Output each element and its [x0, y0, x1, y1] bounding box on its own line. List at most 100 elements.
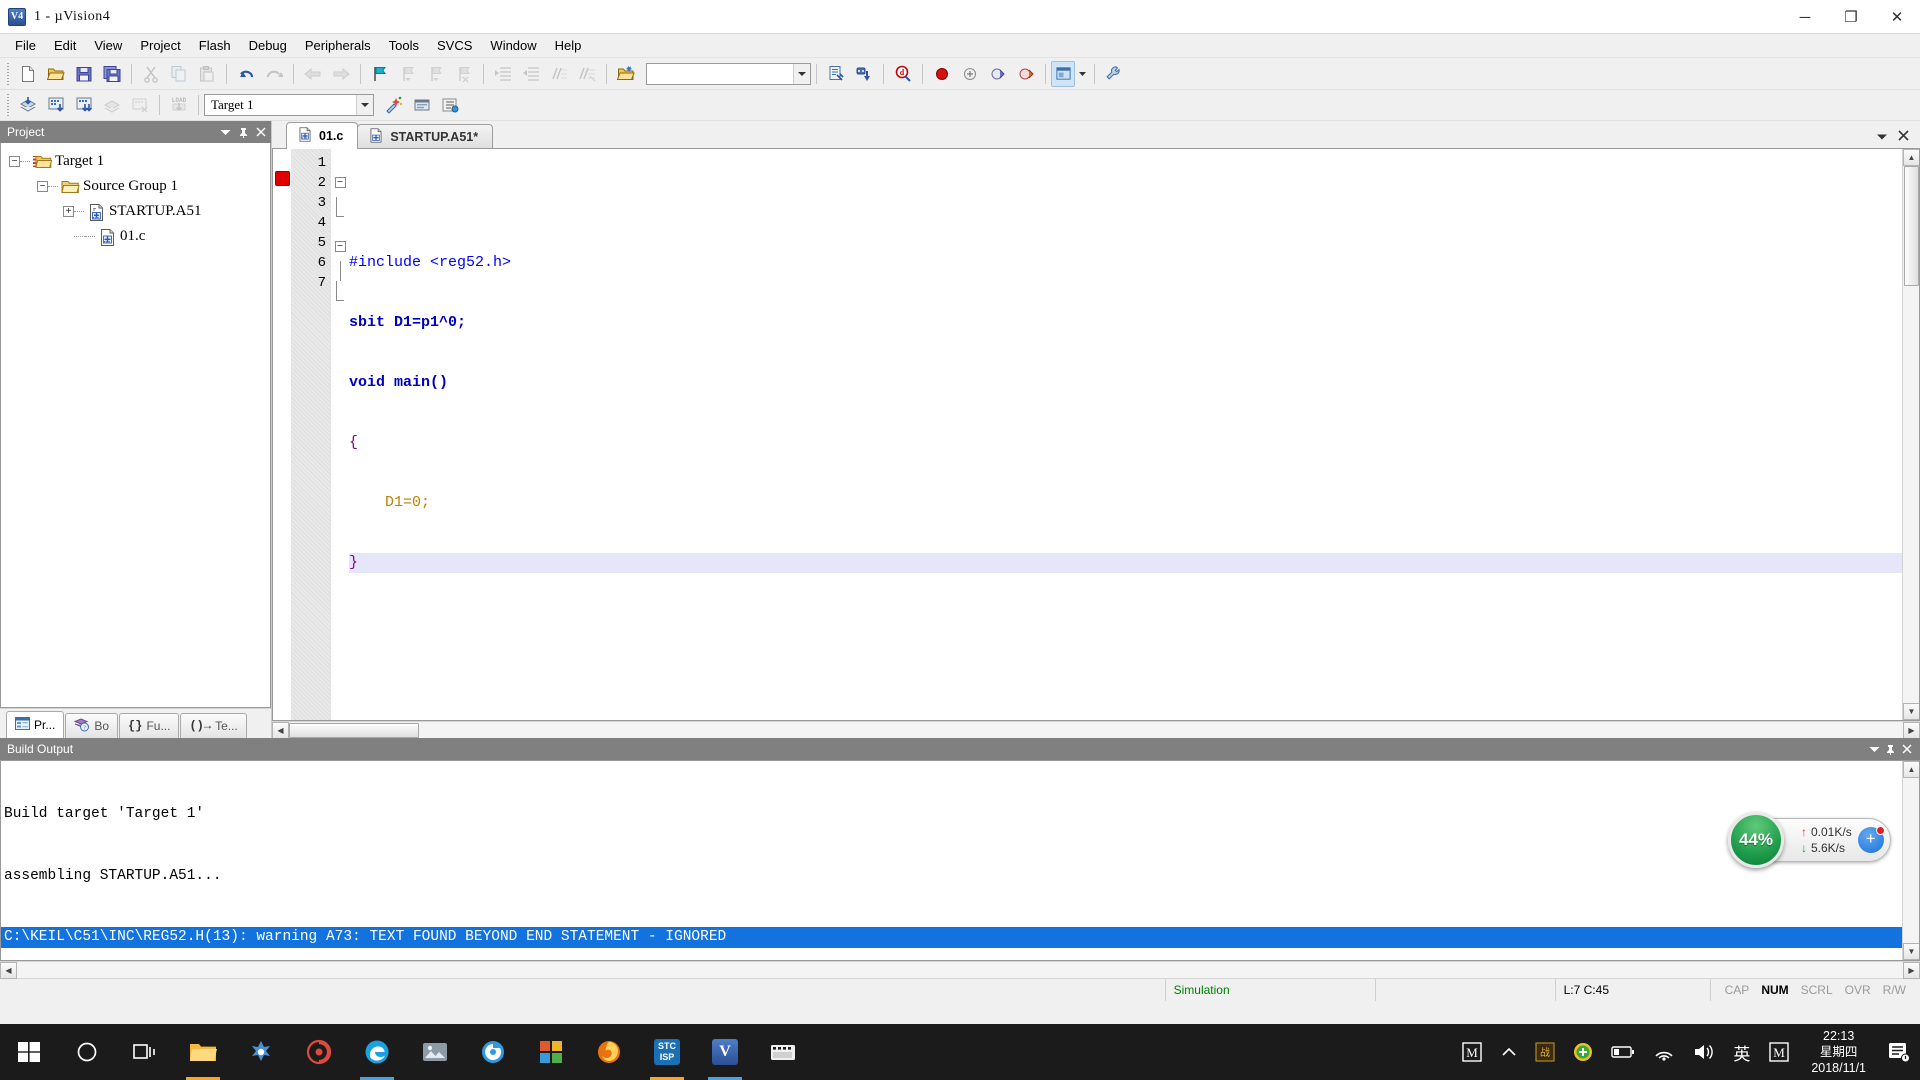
chevron-down-icon[interactable] [217, 123, 233, 141]
pin-icon[interactable] [1882, 740, 1898, 758]
configure-icon[interactable] [850, 61, 878, 87]
translate-icon[interactable] [14, 92, 42, 118]
tab-books[interactable]: ? Bo [65, 713, 119, 738]
mcafee-tray-icon[interactable]: M [1452, 1024, 1492, 1080]
chevron-down-icon[interactable] [1873, 130, 1891, 144]
scroll-thumb[interactable] [289, 723, 419, 738]
manage-run-icon[interactable] [436, 92, 464, 118]
target-combo[interactable]: Target 1 [204, 94, 374, 116]
close-icon[interactable] [1898, 740, 1916, 758]
indent-icon[interactable] [489, 61, 517, 87]
editor-horizontal-scrollbar[interactable]: ◀ ▶ [272, 721, 1920, 739]
fold-toggle-icon[interactable]: − [334, 177, 346, 188]
open-folder-icon[interactable] [612, 61, 640, 87]
undo-icon[interactable] [232, 61, 260, 87]
save-icon[interactable] [70, 61, 98, 87]
menu-peripherals[interactable]: Peripherals [296, 35, 380, 56]
menu-svcs[interactable]: SVCS [428, 35, 481, 56]
toolbar-grip[interactable] [4, 62, 12, 85]
edge-browser-icon[interactable] [348, 1024, 406, 1080]
project-tree[interactable]: − Target 1 − Source Group 1 + STARTUP.A5… [0, 143, 271, 708]
scroll-down-button[interactable]: ▼ [1903, 703, 1919, 720]
build-output-body[interactable]: Build target 'Target 1' assembling START… [0, 760, 1920, 961]
insert-bookmark-icon[interactable] [956, 61, 984, 87]
new-file-icon[interactable] [14, 61, 42, 87]
mail-tray-icon[interactable]: M [1759, 1024, 1799, 1080]
save-all-icon[interactable] [98, 61, 126, 87]
network-tray-icon[interactable] [1644, 1024, 1684, 1080]
editor-tab-startup-a51[interactable]: STARTUP.A51* [357, 124, 494, 149]
ime-language-icon[interactable]: 英 [1724, 1024, 1759, 1080]
code-line[interactable]: D1=0; [349, 493, 1902, 513]
outdent-icon[interactable] [517, 61, 545, 87]
tree-expander[interactable]: − [9, 156, 20, 167]
bookmark-clear-icon[interactable] [450, 61, 478, 87]
video-editor-icon[interactable] [754, 1024, 812, 1080]
firefox-icon[interactable] [580, 1024, 638, 1080]
find-combo[interactable] [646, 62, 811, 85]
tab-functions[interactable]: {} Fu... [119, 713, 180, 738]
download-load-icon[interactable]: LOAD [165, 92, 193, 118]
sogou-input-icon[interactable] [232, 1024, 290, 1080]
scroll-right-button[interactable]: ▶ [1903, 722, 1920, 739]
add-tool-button[interactable]: + [1857, 826, 1885, 853]
close-icon[interactable] [253, 123, 269, 141]
taskbar-clock[interactable]: 22:13 星期四 2018/11/1 [1799, 1024, 1878, 1080]
menu-flash[interactable]: Flash [190, 35, 240, 56]
record-icon[interactable] [928, 61, 956, 87]
build-output-vertical-scrollbar[interactable]: ▲ ▼ [1902, 761, 1919, 960]
uvision-icon[interactable]: V [696, 1024, 754, 1080]
bookmark-next-icon[interactable] [422, 61, 450, 87]
tab-templates[interactable]: ()→ Te... [180, 713, 247, 738]
memory-usage-ball[interactable]: 44% [1728, 812, 1784, 868]
navigate-back-icon[interactable] [299, 61, 327, 87]
tab-project[interactable]: Pr... [6, 711, 65, 738]
minimize-button[interactable]: ─ [1782, 0, 1828, 34]
battery-tray-icon[interactable] [1602, 1024, 1644, 1080]
paste-icon[interactable] [193, 61, 221, 87]
debug-start-icon[interactable]: d [889, 61, 917, 87]
build-target-icon[interactable] [42, 92, 70, 118]
360-browser-icon[interactable] [464, 1024, 522, 1080]
cortana-search-icon[interactable] [58, 1024, 116, 1080]
menu-window[interactable]: Window [481, 35, 545, 56]
show-hidden-icons[interactable] [1492, 1024, 1526, 1080]
menu-project[interactable]: Project [131, 35, 189, 56]
menu-help[interactable]: Help [546, 35, 591, 56]
scroll-up-button[interactable]: ▲ [1903, 761, 1919, 778]
navigate-forward-icon[interactable] [327, 61, 355, 87]
code-line[interactable]: } [349, 553, 1902, 573]
maximize-button[interactable]: ❐ [1828, 0, 1874, 34]
uncomment-icon[interactable] [573, 61, 601, 87]
build-output-horizontal-scrollbar[interactable]: ◀ ▶ [0, 961, 1920, 979]
target-options-icon[interactable] [380, 92, 408, 118]
code-text[interactable]: #include <reg52.h> sbit D1=p1^0; void ma… [349, 149, 1902, 720]
scroll-down-button[interactable]: ▼ [1903, 943, 1919, 960]
microsoft-store-icon[interactable] [522, 1024, 580, 1080]
redo-icon[interactable] [260, 61, 288, 87]
file-explorer-icon[interactable] [174, 1024, 232, 1080]
scroll-track[interactable] [419, 722, 1903, 738]
fold-toggle-icon[interactable]: − [334, 241, 346, 252]
stop-build-icon[interactable] [126, 92, 154, 118]
breakpoint-marker[interactable] [275, 171, 290, 186]
code-line[interactable] [349, 193, 1902, 213]
code-editor[interactable]: 1 2 3 4 5 6 7 − − #include <reg52.h> sbi… [272, 148, 1920, 721]
pin-icon[interactable] [235, 123, 251, 141]
code-line[interactable]: #include <reg52.h> [349, 253, 1902, 273]
bookmark-toggle-icon[interactable] [366, 61, 394, 87]
find-in-files-icon[interactable] [822, 61, 850, 87]
task-view-icon[interactable] [116, 1024, 174, 1080]
code-line[interactable]: void main() [349, 373, 1902, 393]
breakpoint-column[interactable] [273, 149, 291, 720]
360-safe-tray-icon[interactable] [1564, 1024, 1602, 1080]
menu-edit[interactable]: Edit [45, 35, 85, 56]
close-button[interactable]: ✕ [1874, 0, 1920, 34]
stc-isp-icon[interactable]: STC ISP [638, 1024, 696, 1080]
build-output-line-selected[interactable]: C:\KEIL\C51\INC\REG52.H(13): warning A73… [1, 927, 1902, 948]
menu-tools[interactable]: Tools [380, 35, 428, 56]
scroll-up-button[interactable]: ▲ [1903, 149, 1919, 166]
image-viewer-icon[interactable] [406, 1024, 464, 1080]
code-folding-column[interactable]: − − [331, 149, 349, 720]
close-icon[interactable] [1895, 129, 1912, 144]
